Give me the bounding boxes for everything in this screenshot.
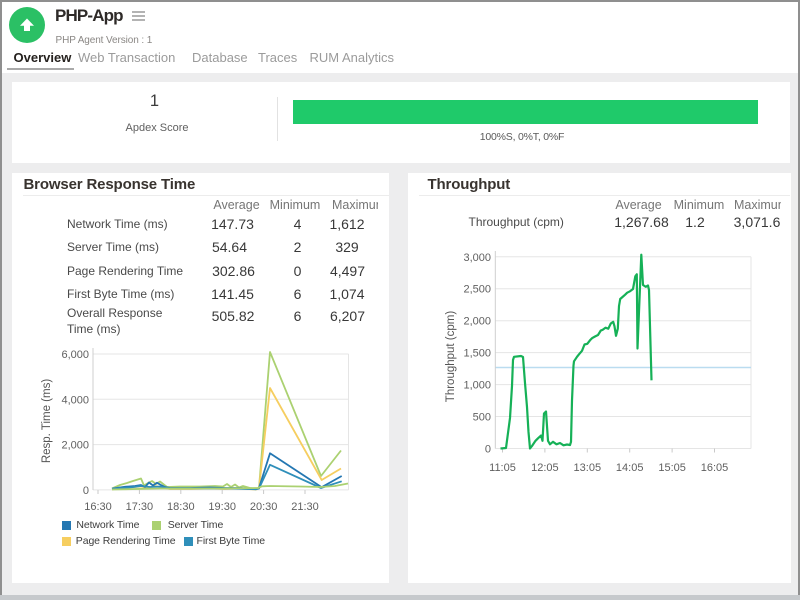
svg-text:4,000: 4,000 [61, 394, 89, 406]
svg-text:15:05: 15:05 [658, 462, 686, 474]
svg-text:18:30: 18:30 [167, 501, 195, 513]
svg-text:11:05: 11:05 [489, 462, 516, 474]
svg-text:Throughput (cpm): Throughput (cpm) [445, 311, 457, 403]
svg-text:2,000: 2,000 [61, 440, 89, 452]
svg-text:16:30: 16:30 [84, 501, 112, 513]
svg-text:2,000: 2,000 [463, 316, 491, 328]
svg-text:0: 0 [485, 444, 491, 456]
svg-text:0: 0 [83, 485, 89, 497]
svg-text:500: 500 [473, 412, 491, 424]
svg-text:16:05: 16:05 [701, 462, 729, 474]
svg-text:3,000: 3,000 [463, 252, 491, 264]
svg-text:12:05: 12:05 [531, 462, 559, 474]
svg-text:20:30: 20:30 [250, 501, 278, 513]
svg-text:2,500: 2,500 [463, 284, 491, 296]
svg-text:1,500: 1,500 [463, 348, 491, 360]
svg-text:17:30: 17:30 [126, 501, 154, 513]
svg-text:13:05: 13:05 [574, 462, 602, 474]
svg-text:21:30: 21:30 [291, 501, 319, 513]
svg-text:6,000: 6,000 [61, 349, 89, 361]
svg-text:Resp. Time (ms): Resp. Time (ms) [41, 379, 53, 464]
svg-text:19:30: 19:30 [208, 501, 236, 513]
svg-text:14:05: 14:05 [616, 462, 644, 474]
svg-text:1,000: 1,000 [463, 380, 491, 392]
